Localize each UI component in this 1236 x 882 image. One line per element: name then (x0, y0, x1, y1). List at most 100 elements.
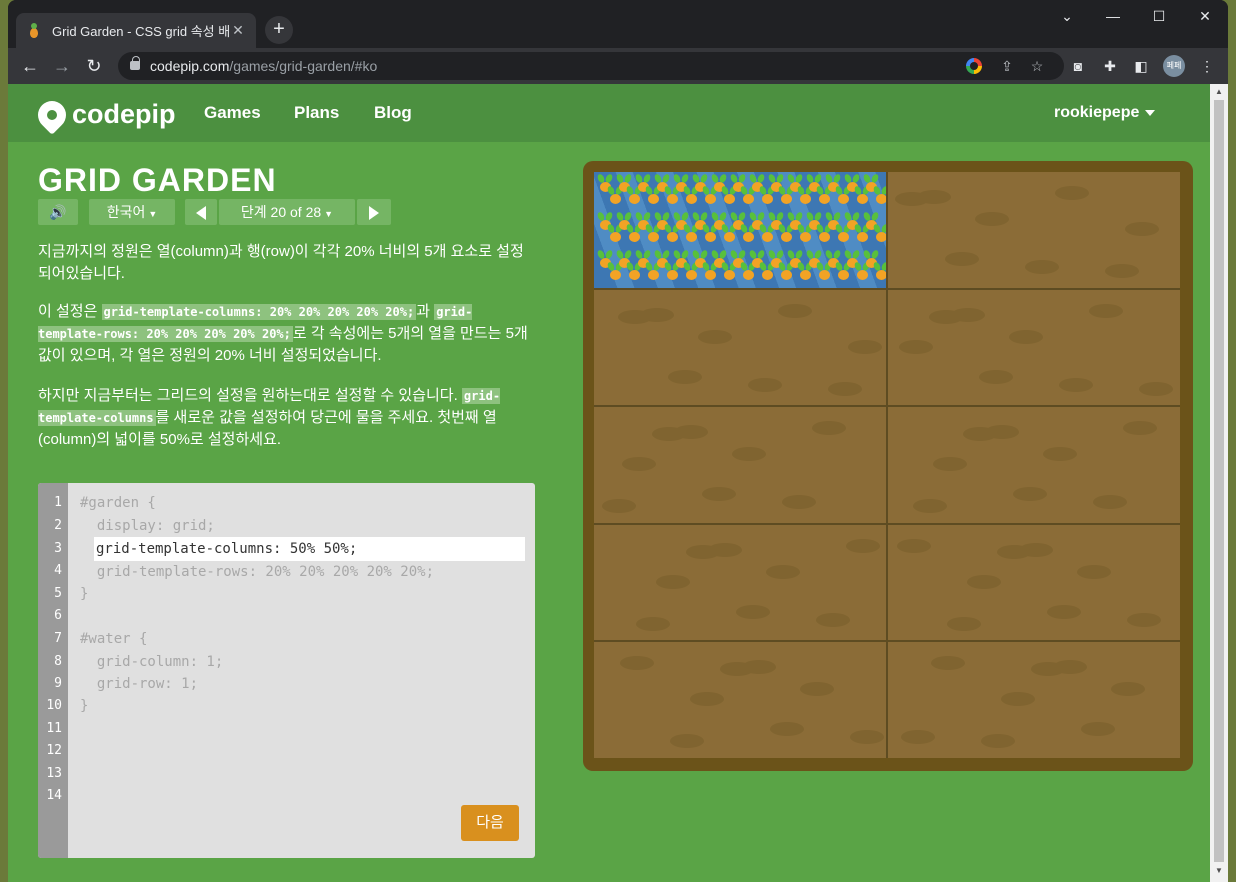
username: rookiepepe (1054, 104, 1140, 121)
line-number: 10 (46, 698, 62, 713)
next-level-button[interactable] (357, 199, 391, 225)
logo-text: codepip (72, 99, 176, 129)
soil-spot (931, 656, 965, 671)
game-title: GRID GARDEN (38, 162, 277, 198)
soil-spot (812, 421, 846, 436)
instruction-paragraph-1: 지금까지의 정원은 열(column)과 행(row)이 각각 20% 너비의 … (38, 243, 524, 282)
scrollbar-thumb[interactable] (1214, 100, 1224, 862)
soil-spot (668, 369, 702, 384)
extensions-puzzle-icon[interactable]: ✚ (1098, 54, 1122, 78)
minimize-button[interactable]: — (1090, 4, 1136, 28)
language-caret-icon: ▼ (148, 209, 158, 219)
reload-icon[interactable]: ↻ (82, 54, 106, 78)
soil-spot (1123, 421, 1157, 436)
soil-spot (1055, 186, 1089, 200)
soil-spot (1127, 612, 1161, 627)
prev-level-button[interactable] (185, 199, 217, 225)
side-panel-icon[interactable]: ◧ (1129, 54, 1153, 78)
carrot-favicon-icon (26, 22, 42, 39)
soil-spot (800, 682, 834, 697)
carrot-icon (872, 185, 886, 204)
address-bar[interactable]: codepip.com/games/grid-garden/#ko ⇪ ☆ (118, 52, 1064, 80)
water-area (594, 172, 886, 288)
next-arrow-icon (369, 206, 379, 221)
line-number: 12 (46, 743, 62, 758)
code-line: #garden { (80, 495, 156, 511)
nav-games[interactable]: Games (204, 103, 261, 123)
line-number: 2 (54, 518, 62, 533)
soil-spot (913, 499, 947, 514)
soil-spot (1001, 692, 1035, 707)
soil-spot (947, 616, 981, 631)
forward-icon[interactable]: → (50, 54, 74, 78)
codepip-logo[interactable]: codepip (32, 94, 176, 135)
new-tab-button[interactable]: + (265, 16, 293, 44)
soil-spot (778, 303, 812, 318)
camera-icon[interactable]: ◙ (1066, 54, 1090, 78)
browser-window: Grid Garden - CSS grid 속성 배우기 ✕ + ⌄ — ☐ … (8, 0, 1228, 882)
scroll-down-icon[interactable]: ▼ (1214, 866, 1224, 876)
tab-search-icon[interactable]: ⌄ (1044, 4, 1090, 28)
instruction-text: 이 설정은 (38, 303, 102, 320)
carrot-icon (872, 223, 886, 242)
soil-spot (895, 192, 929, 206)
soil-spot (828, 381, 862, 396)
back-icon[interactable]: ← (18, 54, 42, 78)
line-number: 6 (54, 608, 62, 623)
lock-icon (130, 56, 140, 70)
close-window-button[interactable]: ✕ (1182, 4, 1228, 28)
page-content: codepip Games Plans Blog rookiepepe GRID… (8, 84, 1210, 882)
url-path: /games/grid-garden/#ko (229, 58, 378, 74)
profile-avatar[interactable]: 페페 (1163, 55, 1185, 77)
scroll-up-icon[interactable]: ▲ (1214, 87, 1224, 97)
scrollbar[interactable]: ▲ ▼ (1210, 84, 1228, 882)
code-editor: 1 2 3 4 5 6 7 8 9 10 11 12 13 14 #garden… (38, 483, 535, 858)
prev-arrow-icon (196, 206, 206, 221)
browser-tab[interactable]: Grid Garden - CSS grid 속성 배우기 ✕ (16, 13, 256, 48)
soil-spot (1105, 264, 1139, 278)
tab-title: Grid Garden - CSS grid 속성 배우기 (52, 24, 230, 39)
soil-cell (888, 407, 1180, 523)
soil-spot (620, 656, 654, 671)
language-select[interactable]: 한국어 ▼ (89, 199, 175, 225)
soil-spot (933, 457, 967, 472)
google-icon[interactable] (966, 58, 982, 74)
soil-spot (602, 499, 636, 514)
soil-spot (848, 339, 882, 354)
soil-cell (888, 524, 1180, 641)
next-button[interactable]: 다음 (461, 805, 519, 841)
soil-cell (594, 289, 886, 406)
soil-spot (975, 212, 1009, 226)
line-number: 8 (54, 654, 62, 669)
nav-plans[interactable]: Plans (294, 103, 339, 123)
bookmark-star-icon[interactable]: ☆ (1026, 52, 1048, 80)
instruction-paragraph-3: 하지만 지금부터는 그리드의 설정을 원하는대로 설정할 수 있습니다. gri… (38, 385, 536, 451)
soil-spot (1031, 662, 1065, 677)
soil-spot (636, 616, 670, 631)
sound-button[interactable]: 🔊 (38, 199, 78, 225)
soil-spot (1081, 722, 1115, 737)
css-answer-input[interactable] (94, 537, 525, 561)
soil-spot (732, 447, 766, 462)
more-menu-icon[interactable]: ⋮ (1195, 54, 1219, 78)
soil-cell (594, 524, 886, 641)
soil-spot (656, 574, 690, 589)
instruction-paragraph-2: 이 설정은 grid-template-columns: 20% 20% 20%… (38, 301, 536, 367)
line-number: 14 (46, 788, 62, 803)
speaker-icon: 🔊 (49, 204, 67, 220)
maximize-button[interactable]: ☐ (1136, 4, 1182, 28)
soil-spot (782, 495, 816, 510)
user-menu[interactable]: rookiepepe (1054, 104, 1156, 122)
tab-close-icon[interactable]: ✕ (230, 22, 246, 39)
line-number: 13 (46, 766, 62, 781)
nav-blog[interactable]: Blog (374, 103, 412, 123)
url-host: codepip.com (150, 58, 230, 74)
soil-spot (1125, 222, 1159, 236)
share-icon[interactable]: ⇪ (996, 52, 1018, 80)
level-caret-icon: ▼ (324, 209, 334, 219)
line-number: 4 (54, 563, 62, 578)
soil-spot (979, 369, 1013, 384)
soil-spot (698, 329, 732, 344)
level-select[interactable]: 단계 20 of 28 ▼ (219, 199, 355, 225)
soil-spot (670, 734, 704, 749)
